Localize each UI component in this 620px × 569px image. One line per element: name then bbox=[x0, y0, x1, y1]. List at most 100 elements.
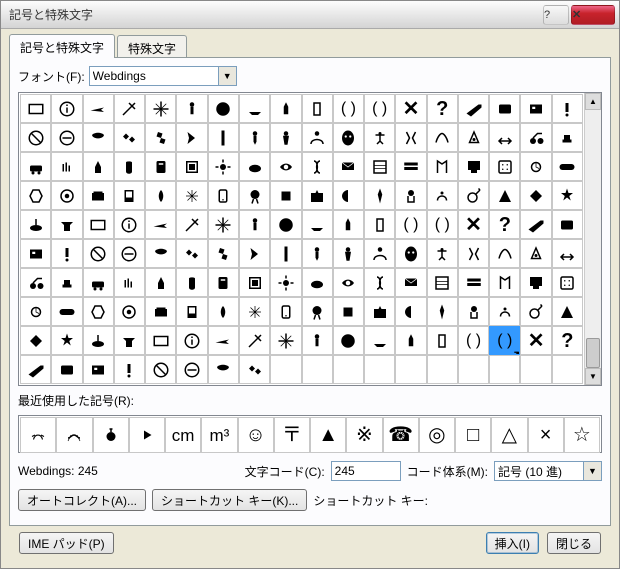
symbol-cell[interactable] bbox=[520, 210, 551, 239]
symbol-cell[interactable] bbox=[489, 268, 520, 297]
symbol-cell[interactable] bbox=[208, 239, 239, 268]
symbol-cell[interactable] bbox=[208, 355, 239, 384]
symbol-cell[interactable] bbox=[51, 268, 82, 297]
symbol-cell[interactable] bbox=[333, 152, 364, 181]
symbol-cell[interactable] bbox=[333, 181, 364, 210]
symbol-cell[interactable] bbox=[364, 152, 395, 181]
symbol-cell[interactable] bbox=[83, 268, 114, 297]
symbol-cell[interactable] bbox=[270, 181, 301, 210]
symbol-cell[interactable] bbox=[270, 123, 301, 152]
symbol-cell[interactable] bbox=[364, 326, 395, 355]
recent-grid[interactable]: cmm³☺〒▲※☎◎□△×☆ bbox=[18, 415, 602, 453]
symbol-cell[interactable] bbox=[83, 210, 114, 239]
symbol-cell[interactable] bbox=[302, 355, 333, 384]
symbol-cell[interactable]: ( )↖ bbox=[489, 326, 520, 355]
symbol-cell[interactable] bbox=[145, 123, 176, 152]
symbol-cell[interactable] bbox=[114, 181, 145, 210]
symbol-cell[interactable] bbox=[51, 355, 82, 384]
symbol-cell[interactable] bbox=[208, 123, 239, 152]
tab-symbols[interactable]: 記号と特殊文字 bbox=[9, 34, 115, 58]
symbol-cell[interactable] bbox=[520, 181, 551, 210]
recent-cell[interactable] bbox=[93, 417, 129, 453]
recent-cell[interactable]: □ bbox=[455, 417, 491, 453]
symbol-cell[interactable]: ✕ bbox=[395, 94, 426, 123]
symbol-cell[interactable] bbox=[552, 297, 583, 326]
symbol-cell[interactable] bbox=[333, 297, 364, 326]
symbol-cell[interactable] bbox=[239, 297, 270, 326]
recent-cell[interactable]: × bbox=[528, 417, 564, 453]
symbol-cell[interactable] bbox=[427, 123, 458, 152]
symbol-cell[interactable] bbox=[145, 152, 176, 181]
symbol-cell[interactable] bbox=[83, 181, 114, 210]
symbol-cell[interactable] bbox=[270, 297, 301, 326]
symbol-cell[interactable] bbox=[302, 181, 333, 210]
symbol-cell[interactable] bbox=[333, 239, 364, 268]
symbol-cell[interactable] bbox=[458, 181, 489, 210]
symbol-cell[interactable] bbox=[239, 94, 270, 123]
symbol-cell[interactable] bbox=[83, 123, 114, 152]
system-combo[interactable]: ▼ bbox=[494, 461, 602, 481]
symbol-cell[interactable] bbox=[239, 152, 270, 181]
symbol-cell[interactable] bbox=[51, 152, 82, 181]
symbol-cell[interactable] bbox=[270, 152, 301, 181]
symbol-cell[interactable] bbox=[176, 326, 207, 355]
symbol-cell[interactable] bbox=[114, 239, 145, 268]
symbol-cell[interactable] bbox=[176, 94, 207, 123]
symbol-cell[interactable]: ? bbox=[552, 326, 583, 355]
symbol-cell[interactable] bbox=[427, 239, 458, 268]
symbol-cell[interactable] bbox=[427, 268, 458, 297]
symbol-cell[interactable] bbox=[333, 326, 364, 355]
symbol-cell[interactable] bbox=[489, 355, 520, 384]
symbol-cell[interactable] bbox=[176, 355, 207, 384]
scroll-up-button[interactable]: ▲ bbox=[585, 93, 601, 110]
symbol-cell[interactable] bbox=[83, 152, 114, 181]
recent-cell[interactable]: △ bbox=[491, 417, 527, 453]
close-window-button[interactable]: ✕ bbox=[571, 5, 615, 25]
symbol-cell[interactable] bbox=[427, 152, 458, 181]
symbol-cell[interactable] bbox=[51, 123, 82, 152]
symbol-cell[interactable] bbox=[208, 152, 239, 181]
symbol-cell[interactable] bbox=[302, 297, 333, 326]
symbol-cell[interactable] bbox=[364, 297, 395, 326]
font-input[interactable] bbox=[89, 66, 219, 86]
symbol-cell[interactable]: ( ) bbox=[333, 94, 364, 123]
symbol-cell[interactable] bbox=[176, 210, 207, 239]
symbol-cell[interactable] bbox=[239, 123, 270, 152]
symbol-cell[interactable] bbox=[520, 355, 551, 384]
symbol-cell[interactable] bbox=[458, 123, 489, 152]
symbol-cell[interactable] bbox=[20, 326, 51, 355]
symbol-cell[interactable] bbox=[458, 152, 489, 181]
symbol-cell[interactable] bbox=[395, 181, 426, 210]
symbol-cell[interactable] bbox=[427, 326, 458, 355]
symbol-cell[interactable] bbox=[552, 181, 583, 210]
font-combo[interactable]: ▼ bbox=[89, 66, 237, 86]
scrollbar[interactable]: ▲ ▼ bbox=[584, 93, 601, 385]
scroll-down-button[interactable]: ▼ bbox=[585, 368, 601, 385]
symbol-cell[interactable] bbox=[489, 94, 520, 123]
symbol-cell[interactable] bbox=[364, 355, 395, 384]
symbol-cell[interactable] bbox=[114, 123, 145, 152]
symbol-cell[interactable] bbox=[364, 123, 395, 152]
insert-button[interactable]: 挿入(I) bbox=[486, 532, 539, 554]
symbol-cell[interactable] bbox=[302, 239, 333, 268]
symbol-cell[interactable] bbox=[208, 94, 239, 123]
symbol-cell[interactable] bbox=[364, 239, 395, 268]
symbol-cell[interactable] bbox=[20, 94, 51, 123]
symbol-cell[interactable] bbox=[333, 268, 364, 297]
symbol-cell[interactable] bbox=[427, 355, 458, 384]
symbol-cell[interactable] bbox=[395, 268, 426, 297]
symbol-cell[interactable] bbox=[176, 297, 207, 326]
symbol-cell[interactable] bbox=[239, 181, 270, 210]
symbol-grid[interactable]: ( )( )✕?( )( )✕?( )( )↖✕? bbox=[19, 93, 584, 385]
symbol-cell[interactable] bbox=[176, 181, 207, 210]
symbol-cell[interactable] bbox=[302, 210, 333, 239]
symbol-cell[interactable] bbox=[520, 152, 551, 181]
symbol-cell[interactable] bbox=[145, 181, 176, 210]
symbol-cell[interactable] bbox=[302, 123, 333, 152]
symbol-cell[interactable] bbox=[364, 181, 395, 210]
ime-pad-button[interactable]: IME パッド(P) bbox=[19, 532, 114, 554]
cancel-button[interactable]: 閉じる bbox=[547, 532, 601, 554]
symbol-cell[interactable] bbox=[114, 210, 145, 239]
recent-cell[interactable]: ▲ bbox=[310, 417, 346, 453]
tab-special[interactable]: 特殊文字 bbox=[117, 35, 187, 57]
